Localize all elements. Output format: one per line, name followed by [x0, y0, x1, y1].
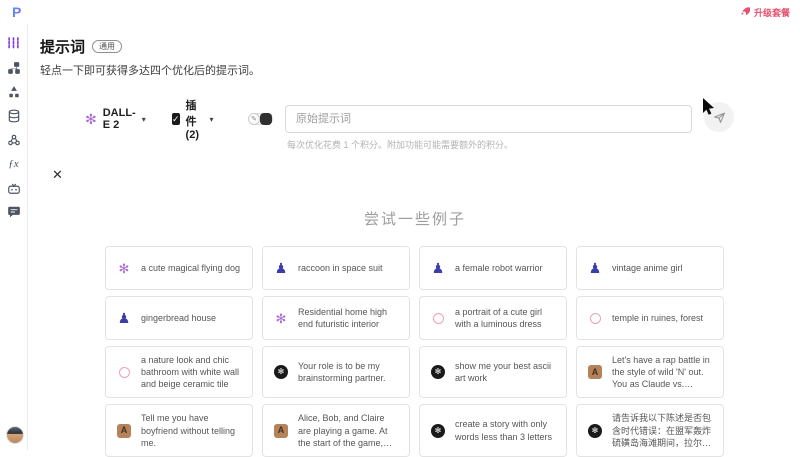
example-card-text: Residential home high end futuristic int… [298, 306, 399, 330]
example-card-text: a nature look and chic bathroom with whi… [141, 354, 242, 390]
pencil-icon: ✎ [248, 113, 260, 125]
pink-ring-icon [590, 313, 601, 324]
claude-icon: A [274, 424, 288, 438]
upgrade-plan-label: 升级套餐 [754, 6, 790, 19]
chevron-down-icon: ▾ [142, 115, 146, 124]
example-card[interactable]: ✻ 请告诉我以下陈述是否包含时代错误：在盟军轰炸硫磺岛海滩期间，拉尔夫大声... [576, 404, 724, 456]
page-subtitle: 轻点一下即可获得多达四个优化后的提示词。 [40, 62, 260, 78]
example-card-text: Your role is to be my brainstorming part… [298, 360, 399, 384]
credit-note: 每次优化花费 1 个积分。附加功能可能需要额外的积分。 [287, 138, 513, 151]
example-card[interactable]: ✻ a cute magical flying dog [105, 246, 253, 290]
functions-icon: ƒx [8, 158, 18, 170]
main-content: 提示词 通用 轻点一下即可获得多达四个优化后的提示词。 ✕ ✻ DALL-E 2… [28, 24, 800, 450]
sliders-icon [6, 36, 21, 51]
example-card-text: Alice, Bob, and Claire are playing a gam… [298, 412, 399, 448]
example-card[interactable]: temple in ruines, forest [576, 296, 724, 340]
sidebar-item-functions[interactable]: ƒx [6, 156, 21, 171]
example-card[interactable]: A Alice, Bob, and Claire are playing a g… [262, 404, 410, 456]
webhook-icon [7, 133, 21, 147]
plugins-dropdown[interactable]: ✓ 插件 (2) ▾ [172, 105, 213, 133]
example-card-text: show me your best ascii art work [455, 360, 556, 384]
pink-ring-icon [433, 313, 444, 324]
sidebar-item-prompts[interactable] [6, 36, 21, 51]
openai-icon: ✻ [276, 312, 287, 325]
sidebar-item-agent[interactable] [6, 180, 21, 195]
example-card[interactable]: ✻ create a story with only words less th… [419, 404, 567, 456]
model-select-dropdown[interactable]: ✻ DALL-E 2 ▾ [85, 105, 146, 133]
stable-diffusion-icon: ♟ [432, 261, 445, 275]
sidebar-item-chat[interactable] [6, 204, 21, 219]
upgrade-plan-button[interactable]: 升级套餐 [740, 6, 790, 19]
openai-icon: ✻ [85, 112, 97, 126]
example-card-text: gingerbread house [141, 312, 216, 324]
sidebar-item-services[interactable] [6, 132, 21, 147]
edit-mode-toggle[interactable]: ✎ [249, 113, 273, 125]
example-card[interactable]: ✻ Your role is to be my brainstorming pa… [262, 346, 410, 398]
sidebar-item-optimizer[interactable] [6, 84, 21, 99]
sidebar-item-flows[interactable] [6, 60, 21, 75]
robot-icon [7, 181, 21, 195]
sidebar: ƒx [0, 24, 28, 450]
pink-ring-icon [119, 367, 130, 378]
prompt-input[interactable] [285, 105, 692, 133]
example-card[interactable]: A Tell me you have boyfriend without tel… [105, 404, 253, 456]
example-card[interactable]: a portrait of a cute girl with a luminou… [419, 296, 567, 340]
example-card-text: a female robot warrior [455, 262, 543, 274]
send-icon [713, 111, 726, 124]
stable-diffusion-icon: ♟ [275, 261, 288, 275]
chatgpt-icon: ✻ [431, 424, 445, 438]
close-icon[interactable]: ✕ [52, 168, 63, 181]
topbar: P 升级套餐 [0, 0, 800, 24]
database-icon [7, 109, 21, 123]
chatgpt-icon: ✻ [588, 424, 602, 438]
logo-letter: P [12, 4, 21, 20]
example-card-text: a portrait of a cute girl with a luminou… [455, 306, 556, 330]
example-card[interactable]: ♟ a female robot warrior [419, 246, 567, 290]
chevron-down-icon: ▾ [209, 115, 213, 124]
user-avatar[interactable] [6, 426, 24, 444]
app-logo-icon[interactable]: P [10, 4, 26, 20]
openai-icon: ✻ [119, 262, 130, 275]
example-card-text: 请告诉我以下陈述是否包含时代错误：在盟军轰炸硫磺岛海滩期间，拉尔夫大声... [612, 412, 713, 448]
example-card-text: create a story with only words less than… [455, 418, 556, 442]
example-card[interactable]: a nature look and chic bathroom with whi… [105, 346, 253, 398]
model-select-label: DALL-E 2 [103, 107, 136, 131]
hierarchy-icon [7, 85, 21, 99]
example-card-text: Tell me you have boyfriend without telli… [141, 412, 242, 448]
example-card-text: a cute magical flying dog [141, 262, 240, 274]
toggle-knob [260, 113, 272, 125]
example-card[interactable]: ✻ show me your best ascii art work [419, 346, 567, 398]
claude-icon: A [117, 424, 131, 438]
chatgpt-icon: ✻ [431, 365, 445, 379]
example-card-text: raccoon in space suit [298, 262, 383, 274]
workflow-icon [7, 61, 21, 75]
example-card[interactable]: A Let's have a rap battle in the style o… [576, 346, 724, 398]
optimize-send-button[interactable] [704, 102, 734, 132]
plugins-checkbox[interactable]: ✓ [172, 113, 180, 125]
chatgpt-icon: ✻ [274, 365, 288, 379]
example-card[interactable]: ♟ raccoon in space suit [262, 246, 410, 290]
rocket-icon [740, 6, 750, 18]
example-card[interactable]: ♟ gingerbread house [105, 296, 253, 340]
sidebar-item-data[interactable] [6, 108, 21, 123]
examples-grid: ✻ a cute magical flying dog ♟ raccoon in… [105, 246, 725, 457]
page-title: 提示词 [40, 36, 85, 57]
plugins-label: 插件 (2) [186, 97, 204, 141]
example-card-text: vintage anime girl [612, 262, 683, 274]
example-card-text: temple in ruines, forest [612, 312, 703, 324]
claude-icon: A [588, 365, 602, 379]
stable-diffusion-icon: ♟ [589, 261, 602, 275]
example-card[interactable]: ✻ Residential home high end futuristic i… [262, 296, 410, 340]
chat-icon [7, 205, 21, 219]
examples-heading: 尝试一些例子 [105, 208, 725, 229]
stable-diffusion-icon: ♟ [118, 311, 131, 325]
page-badge: 通用 [92, 40, 122, 54]
example-card-text: Let's have a rap battle in the style of … [612, 354, 713, 390]
example-card[interactable]: ♟ vintage anime girl [576, 246, 724, 290]
